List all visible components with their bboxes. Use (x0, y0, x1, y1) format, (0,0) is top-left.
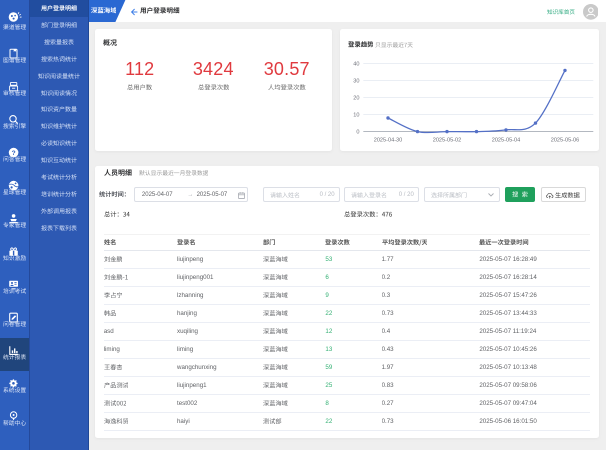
svg-text:40: 40 (353, 62, 359, 68)
svg-text:20: 20 (353, 96, 359, 102)
svg-text:2025-05-06: 2025-05-06 (550, 138, 579, 144)
svg-text:2025-05-04: 2025-05-04 (491, 138, 520, 144)
svg-text:10: 10 (353, 113, 359, 119)
svg-text:0: 0 (356, 130, 359, 136)
svg-text:2025-05-02: 2025-05-02 (432, 138, 461, 144)
svg-text:30: 30 (353, 79, 359, 85)
svg-text:2025-04-30: 2025-04-30 (373, 138, 402, 144)
